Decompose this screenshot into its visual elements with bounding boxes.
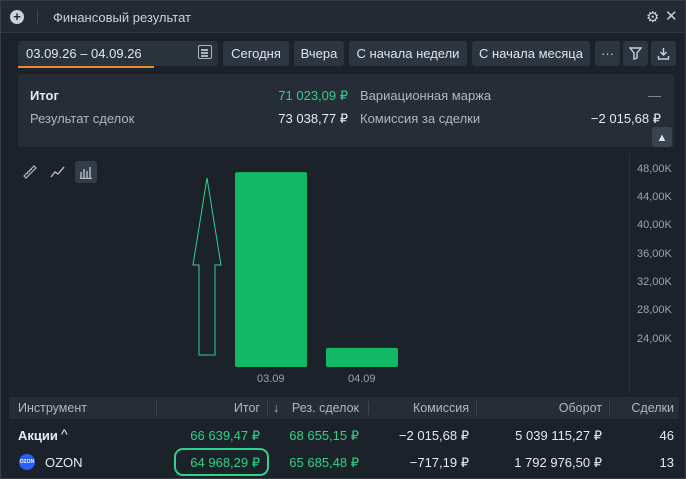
title-separator: [37, 10, 38, 24]
week-start-button[interactable]: С начала недели: [349, 41, 467, 66]
column-separator: [368, 401, 369, 415]
calendar-icon[interactable]: [198, 45, 212, 59]
column-separator: [476, 401, 477, 415]
column-turnover[interactable]: Оборот: [489, 401, 602, 415]
column-trades-result[interactable]: Рез. сделок: [286, 401, 359, 415]
filter-icon[interactable]: [623, 41, 648, 66]
y-tick-label: 36,00K: [637, 247, 672, 260]
chart-area: 48,00K 44,00K 40,00K 36,00K 32,00K 28,00K 24,0…: [9, 153, 679, 393]
chevron-up-icon[interactable]: ^: [61, 426, 68, 442]
financial-result-window: + Финансовый результат ⚙ ✕ 03.09.26 – 04…: [0, 0, 686, 479]
commission-value: −2 015,68 ₽: [590, 111, 661, 126]
row-trades-result: 65 685,48 ₽: [289, 455, 359, 470]
column-total[interactable]: Итог: [169, 401, 260, 415]
highlight-outline: [174, 448, 269, 476]
row-instrument: OZON: [45, 455, 83, 470]
today-button[interactable]: Сегодня: [223, 41, 289, 66]
row-commission: −717,19 ₽: [409, 455, 469, 470]
title-bar: + Финансовый результат ⚙ ✕: [1, 1, 685, 33]
column-deals[interactable]: Сделки: [615, 401, 674, 415]
table-header: Инструмент Итог ↓ Рез. сделок Комиссия О…: [9, 397, 679, 419]
bar-03.09[interactable]: [235, 172, 307, 367]
y-tick-label: 44,00K: [637, 190, 672, 203]
date-range-text: 03.09.26 – 04.09.26: [26, 46, 142, 61]
row-deals: 46: [659, 428, 674, 443]
date-range-underline: [18, 66, 154, 68]
y-tick-label: 48,00K: [637, 162, 672, 175]
y-tick-label: 24,00K: [637, 332, 672, 345]
row-trades-result: 68 655,15 ₽: [289, 428, 359, 443]
y-tick-label: 32,00K: [637, 275, 672, 288]
y-tick-label: 40,00K: [637, 219, 672, 232]
row-deals: 13: [659, 455, 674, 470]
chevron-up-icon[interactable]: ▲: [652, 127, 672, 147]
download-icon[interactable]: [651, 41, 676, 66]
more-button[interactable]: ···: [595, 41, 620, 66]
ozon-logo-icon: OZON: [19, 454, 35, 470]
column-separator: [267, 401, 268, 415]
row-commission: −2 015,68 ₽: [398, 428, 469, 443]
plus-circle-icon[interactable]: +: [10, 10, 24, 24]
gear-icon[interactable]: ⚙: [646, 8, 659, 26]
x-tick-label: 03.09: [257, 373, 285, 385]
summary-panel: Итог 71 023,09 ₽ Результат сделок 73 038…: [18, 74, 674, 147]
close-icon[interactable]: ✕: [665, 7, 678, 25]
total-label: Итог: [30, 88, 59, 103]
column-commission[interactable]: Комиссия: [379, 401, 469, 415]
column-separator: [609, 401, 610, 415]
variation-margin-label: Вариационная маржа: [360, 88, 492, 103]
variation-margin-value: —: [648, 88, 661, 103]
bar-chart: [192, 172, 398, 367]
y-axis-line: [629, 153, 630, 393]
trades-result-label: Результат сделок: [30, 111, 135, 126]
month-start-button[interactable]: С начала месяца: [472, 41, 590, 66]
arrow-annotation: [192, 177, 222, 356]
commission-label: Комиссия за сделки: [360, 111, 481, 126]
yesterday-button[interactable]: Вчера: [294, 41, 344, 66]
row-total: 66 639,47 ₽: [190, 428, 260, 443]
window-title: Финансовый результат: [53, 10, 191, 25]
total-value: 71 023,09 ₽: [278, 88, 348, 103]
table-row[interactable]: Акции ^ 66 639,47 ₽ 68 655,15 ₽ −2 015,6…: [9, 422, 679, 448]
bar-04.09[interactable]: [326, 347, 398, 367]
x-tick-label: 04.09: [348, 373, 376, 385]
sort-arrow-icon[interactable]: ↓: [273, 401, 279, 415]
row-instrument: Акции: [18, 428, 58, 443]
column-separator: [156, 401, 157, 415]
trades-result-value: 73 038,77 ₽: [278, 111, 348, 126]
date-range-input[interactable]: 03.09.26 – 04.09.26: [18, 41, 218, 66]
column-instrument[interactable]: Инструмент: [18, 401, 87, 415]
row-turnover: 5 039 115,27 ₽: [515, 428, 602, 443]
row-turnover: 1 792 976,50 ₽: [514, 455, 602, 470]
y-tick-label: 28,00K: [637, 304, 672, 317]
table-row[interactable]: OZON OZON 64 968,29 ₽ 65 685,48 ₽ −717,1…: [9, 449, 679, 475]
